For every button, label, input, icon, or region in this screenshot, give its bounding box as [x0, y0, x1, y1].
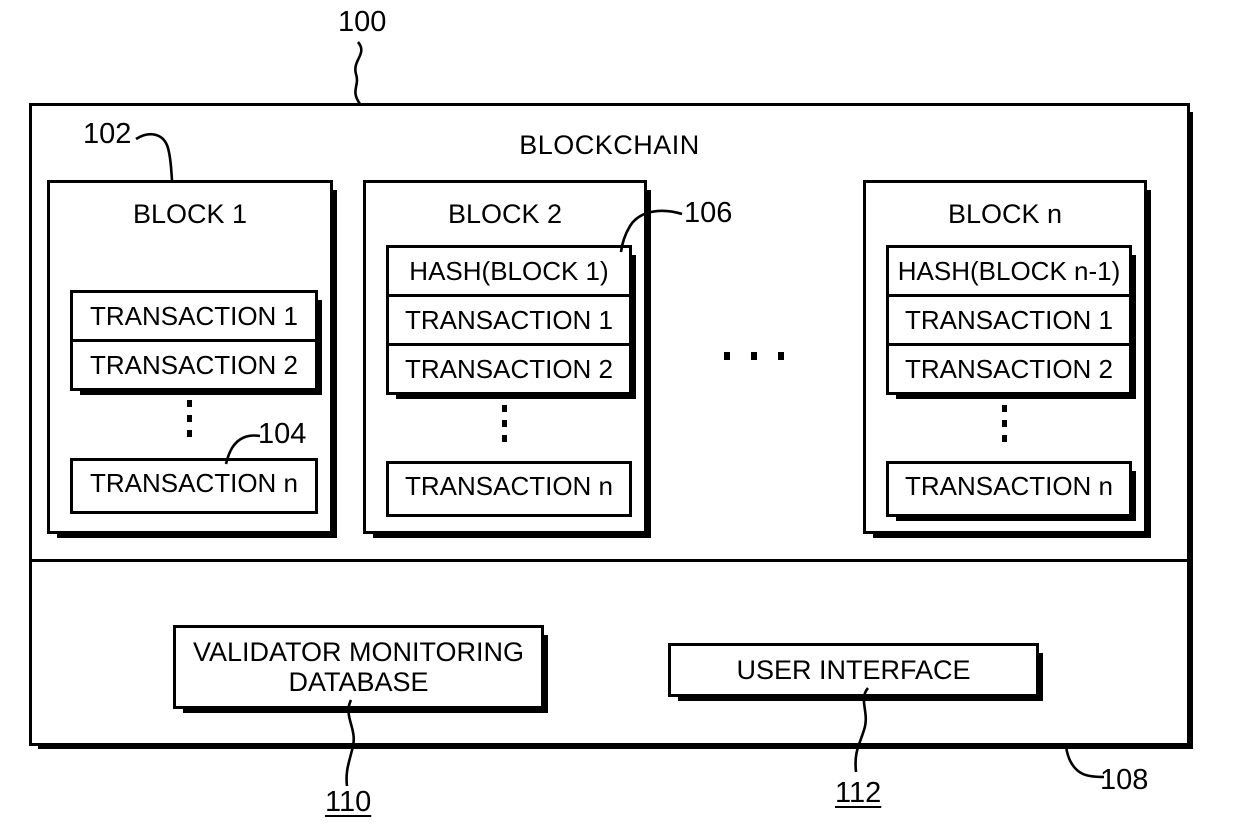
vertical-ellipsis-n	[998, 405, 1010, 442]
transaction-group-n: HASH(BLOCK n-1) TRANSACTION 1 TRANSACTIO…	[886, 245, 1136, 399]
leader-line-110	[345, 699, 356, 787]
user-interface-label: USER INTERFACE	[736, 654, 971, 685]
reference-numeral-112: 112	[835, 777, 882, 809]
hash-row[interactable]: HASH(BLOCK n-1)	[889, 248, 1129, 297]
transaction-row[interactable]: TRANSACTION 1	[889, 297, 1129, 346]
transaction-row[interactable]: TRANSACTION 2	[73, 342, 315, 388]
leader-line-100	[354, 41, 363, 105]
horizontal-ellipsis	[724, 352, 784, 360]
transaction-n-box-2[interactable]: TRANSACTION n	[386, 461, 632, 517]
validator-db-label-line2: DATABASE	[288, 667, 429, 697]
vertical-ellipsis-2	[498, 405, 510, 442]
reference-numeral-104: 104	[258, 418, 307, 450]
leader-line-104	[224, 434, 261, 465]
blockchain-title: BLOCKCHAIN	[519, 130, 700, 160]
transaction-row[interactable]: TRANSACTION 1	[389, 297, 629, 346]
leader-line-106	[619, 209, 683, 253]
leader-line-108	[1064, 745, 1105, 779]
reference-numeral-102: 102	[83, 118, 132, 150]
transaction-n-box-1[interactable]: TRANSACTION n	[70, 458, 318, 514]
reference-numeral-110: 110	[325, 786, 372, 818]
transaction-row[interactable]: TRANSACTION 2	[389, 346, 629, 392]
hash-row[interactable]: HASH(BLOCK 1)	[389, 248, 629, 297]
block-title-n: BLOCK n	[947, 199, 1063, 229]
transaction-row[interactable]: TRANSACTION 2	[889, 346, 1129, 392]
reference-numeral-106: 106	[684, 197, 733, 229]
validator-monitoring-database-box[interactable]: VALIDATOR MONITORING DATABASE	[173, 625, 548, 713]
validator-db-label-line1: VALIDATOR MONITORING	[192, 636, 525, 667]
leader-line-112	[854, 687, 870, 773]
figure-canvas: 100 BLOCKCHAIN BLOCK 1 TRANSACTION 1 TRA…	[0, 0, 1240, 834]
reference-numeral-100: 100	[338, 6, 387, 38]
transaction-group-2: HASH(BLOCK 1) TRANSACTION 1 TRANSACTION …	[386, 245, 636, 399]
transaction-n-box-n[interactable]: TRANSACTION n	[886, 461, 1136, 521]
block-card-n[interactable]: BLOCK n HASH(BLOCK n-1) TRANSACTION 1 TR…	[863, 180, 1151, 538]
vertical-ellipsis-1	[183, 400, 195, 437]
transaction-group-1: TRANSACTION 1 TRANSACTION 2	[70, 290, 322, 395]
block-card-1[interactable]: BLOCK 1 TRANSACTION 1 TRANSACTION 2 TRAN…	[47, 180, 337, 538]
block-title-1: BLOCK 1	[132, 199, 248, 229]
leader-line-102	[135, 132, 174, 181]
blockchain-region: BLOCKCHAIN BLOCK 1 TRANSACTION 1 TRANSAC…	[32, 106, 1187, 562]
transaction-row[interactable]: TRANSACTION 1	[73, 293, 315, 342]
